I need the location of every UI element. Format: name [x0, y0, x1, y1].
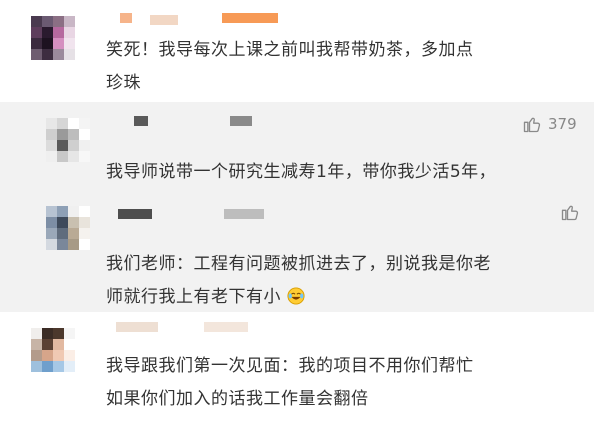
username-redacted[interactable] — [120, 13, 132, 23]
username-redacted[interactable] — [118, 209, 152, 219]
comment-line: 我们老师：工程有问题被抓进去了，别说我是你老 — [106, 254, 491, 274]
comment-text: 我导师说带一个研究生减寿1年，带你我少活5年， — [106, 156, 576, 189]
comment-line: 我导师说带一个研究生减寿1年，带你我少活5年， — [106, 162, 497, 182]
comment-text: 笑死！我导每次上课之前叫我帮带奶茶，多加点 珍珠 — [106, 34, 576, 100]
avatar[interactable] — [31, 328, 75, 372]
comment-line: 珍珠 — [106, 73, 141, 93]
username-redacted[interactable] — [204, 322, 248, 332]
username-redacted[interactable] — [224, 209, 264, 219]
username-redacted[interactable] — [150, 15, 178, 25]
thumbs-up-icon — [561, 205, 579, 221]
comment-text: 我们老师：工程有问题被抓进去了，别说我是你老 师就行我上有老下有小 — [106, 248, 576, 314]
avatar[interactable] — [31, 16, 75, 60]
comment-text: 我导跟我们第一次见面：我的项目不用你们帮忙 如果你们加入的话我工作量会翻倍 — [106, 350, 576, 416]
comments-grey-panel: 379 我导师说带一个研究生减寿1年，带你我少活5年， 我们老师：工程有问题被抓… — [0, 102, 594, 312]
username-redacted[interactable] — [116, 322, 158, 332]
comment-line: 我导跟我们第一次见面：我的项目不用你们帮忙 — [106, 356, 474, 376]
avatar[interactable] — [46, 118, 90, 162]
comment-card-4: 我导跟我们第一次见面：我的项目不用你们帮忙 如果你们加入的话我工作量会翻倍 — [0, 312, 594, 424]
username-redacted[interactable] — [134, 116, 148, 126]
comment-line: 笑死！我导每次上课之前叫我帮带奶茶，多加点 — [106, 40, 474, 60]
like-count: 379 — [548, 115, 577, 133]
username-redacted[interactable] — [222, 13, 278, 23]
avatar[interactable] — [46, 206, 90, 250]
like-button[interactable] — [560, 202, 586, 222]
comment-line-text: 师就行我上有老下有小 — [106, 287, 281, 307]
comment-card-1: 笑死！我导每次上课之前叫我帮带奶茶，多加点 珍珠 — [0, 0, 594, 102]
comment-line: 如果你们加入的话我工作量会翻倍 — [106, 389, 369, 409]
thumbs-up-icon — [523, 117, 541, 133]
username-redacted[interactable] — [230, 116, 252, 126]
laughing-tears-emoji — [287, 287, 305, 305]
comment-line: 师就行我上有老下有小 — [106, 281, 576, 314]
like-button[interactable]: 379 — [522, 114, 577, 134]
